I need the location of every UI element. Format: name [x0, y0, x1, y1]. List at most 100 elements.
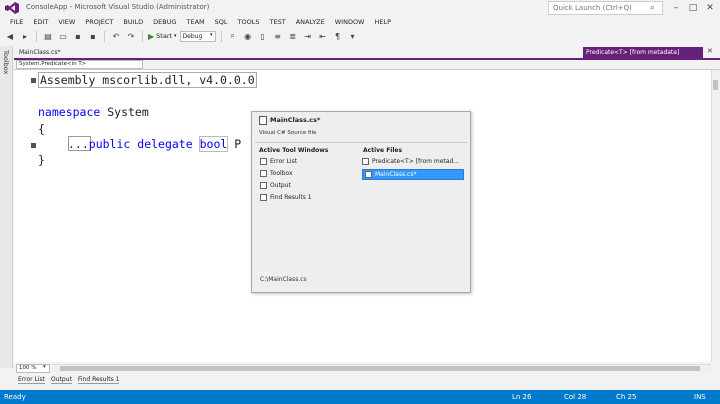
vertical-scrollbar-thumb[interactable] — [713, 80, 718, 90]
tab-error-list[interactable]: Error List — [18, 376, 46, 384]
comment-icon[interactable]: ≡ — [272, 30, 284, 42]
outline-collapse-icon[interactable] — [31, 78, 36, 83]
navigator-tool-find-results[interactable]: Find Results 1 — [260, 194, 312, 201]
forward-icon[interactable]: ▸ — [19, 30, 31, 42]
toolbar-separator — [104, 30, 105, 42]
tool-label: Toolbox — [270, 170, 293, 177]
minimize-button[interactable]: – — [667, 1, 685, 15]
toolbar-overflow-icon[interactable]: ▾ — [347, 30, 359, 42]
namespace-line: namespace System — [38, 105, 149, 119]
chevron-down-icon[interactable]: ▾ — [43, 364, 46, 370]
standard-toolbar: ◀ ▸ ▤ ▭ ▪ ▪ ↶ ↷ ▶ Start ▾ Debug ▾ ⌕ ◉ ▯ … — [0, 28, 720, 44]
search-icon[interactable]: ⌕ — [650, 3, 654, 13]
toolbar-separator — [36, 30, 37, 42]
menu-project[interactable]: PROJECT — [80, 17, 118, 28]
file-label: MainClass.cs* — [375, 171, 417, 178]
menu-sql[interactable]: SQL — [210, 17, 233, 28]
status-column: Col 28 — [564, 393, 587, 401]
navigator-file-mainclass[interactable]: MainClass.cs* — [362, 169, 464, 180]
menu-test[interactable]: TEST — [265, 17, 291, 28]
navigator-file-title: MainClass.cs* — [270, 116, 321, 124]
tab-mainclass[interactable]: MainClass.cs* — [16, 47, 66, 58]
csharp-file-icon — [259, 116, 267, 125]
output-icon — [260, 182, 267, 189]
assembly-comment-line: Assembly mscorlib.dll, v4.0.0.0 — [38, 72, 257, 88]
format-icon[interactable]: ¶ — [332, 30, 344, 42]
namespace-keyword: namespace — [38, 105, 101, 119]
navigator-divider — [255, 142, 467, 143]
status-char: Ch 25 — [616, 393, 637, 401]
menu-team[interactable]: TEAM — [182, 17, 210, 28]
toolbox-tab[interactable]: Toolbox — [2, 50, 10, 74]
undo-icon[interactable]: ↶ — [110, 30, 122, 42]
play-icon: ▶ — [148, 31, 155, 41]
menu-view[interactable]: VIEW — [53, 17, 80, 28]
tool-label: Output — [270, 182, 291, 189]
new-project-icon[interactable]: ▤ — [42, 30, 54, 42]
ide-navigator-popup — [251, 111, 471, 293]
open-brace: { — [38, 122, 45, 136]
window-title: ConsoleApp - Microsoft Visual Studio (Ad… — [26, 3, 210, 11]
delegate-line: ...public delegate bool P — [68, 136, 241, 152]
navigator-file-predicate[interactable]: Predicate<T> [from metad... — [362, 158, 464, 165]
indent-icon[interactable]: ⇥ — [302, 30, 314, 42]
menu-help[interactable]: HELP — [370, 17, 397, 28]
navigator-file-description: Visual C# Source file — [259, 130, 317, 136]
horizontal-scrollbar-thumb[interactable] — [60, 366, 700, 371]
menu-tools[interactable]: TOOLS — [233, 17, 265, 28]
solution-configuration-select[interactable]: Debug ▾ — [179, 30, 216, 42]
bottom-tool-tabs: Error List Output Find Results 1 — [0, 374, 720, 386]
chevron-down-icon: ▾ — [210, 31, 213, 38]
menu-bar: FILE EDIT VIEW PROJECT BUILD DEBUG TEAM … — [0, 17, 720, 28]
status-line: Ln 26 — [512, 393, 532, 401]
status-insert-mode: INS — [694, 393, 706, 401]
toolbox-strip[interactable] — [0, 46, 13, 368]
navigator-file-path: C:\MainClass.cs — [260, 276, 307, 283]
quick-launch-input[interactable]: Quick Launch (Ctrl+Q) — [548, 1, 663, 15]
tab-find-results[interactable]: Find Results 1 — [77, 376, 120, 384]
uncomment-icon[interactable]: ≣ — [287, 30, 299, 42]
status-bar — [0, 390, 720, 404]
maximize-button[interactable]: □ — [684, 1, 702, 15]
close-tab-icon[interactable]: ✕ — [707, 47, 713, 55]
type-navigation-select[interactable]: System.Predicate<in T> — [16, 60, 143, 69]
chevron-down-icon: ▾ — [174, 33, 177, 39]
navigator-tool-error-list[interactable]: Error List — [260, 158, 297, 165]
configuration-value: Debug — [182, 32, 203, 40]
start-debugging-button[interactable]: ▶ Start ▾ — [148, 32, 177, 41]
collapsed-ellipsis[interactable]: ... — [68, 137, 89, 151]
error-list-icon — [260, 158, 267, 165]
delegate-keyword: delegate — [137, 137, 193, 151]
back-icon[interactable]: ◀ — [4, 30, 16, 42]
menu-debug[interactable]: DEBUG — [148, 17, 181, 28]
status-text: Ready — [4, 393, 26, 401]
namespace-name: System — [100, 105, 149, 119]
outline-collapse-icon[interactable] — [31, 143, 36, 148]
bool-keyword: bool — [198, 136, 229, 152]
navigator-tool-output[interactable]: Output — [260, 182, 291, 189]
tab-predicate-preview[interactable]: Predicate<T> [from metadata] — [583, 47, 703, 58]
toolbar-separator — [142, 30, 143, 42]
save-icon[interactable]: ▪ — [72, 30, 84, 42]
toolbox-icon — [260, 170, 267, 177]
menu-build[interactable]: BUILD — [118, 17, 148, 28]
bookmark-icon[interactable]: ▯ — [257, 30, 269, 42]
menu-file[interactable]: FILE — [5, 17, 28, 28]
start-label: Start — [156, 32, 173, 40]
find-results-icon — [260, 194, 267, 201]
tab-output[interactable]: Output — [51, 376, 72, 384]
toggle-breakpoint-icon[interactable]: ◉ — [242, 30, 254, 42]
menu-analyze[interactable]: ANALYZE — [291, 17, 330, 28]
save-all-icon[interactable]: ▪ — [87, 30, 99, 42]
menu-window[interactable]: WINDOW — [330, 17, 370, 28]
tool-label: Find Results 1 — [270, 194, 312, 201]
vertical-scrollbar[interactable] — [711, 70, 720, 362]
outdent-icon[interactable]: ⇤ — [317, 30, 329, 42]
redo-icon[interactable]: ↷ — [125, 30, 137, 42]
close-button[interactable]: ✕ — [701, 1, 719, 15]
open-file-icon[interactable]: ▭ — [57, 30, 69, 42]
menu-edit[interactable]: EDIT — [28, 17, 53, 28]
toolbar-separator — [220, 30, 222, 42]
find-icon[interactable]: ⌕ — [227, 30, 239, 42]
navigator-tool-toolbox[interactable]: Toolbox — [260, 170, 293, 177]
